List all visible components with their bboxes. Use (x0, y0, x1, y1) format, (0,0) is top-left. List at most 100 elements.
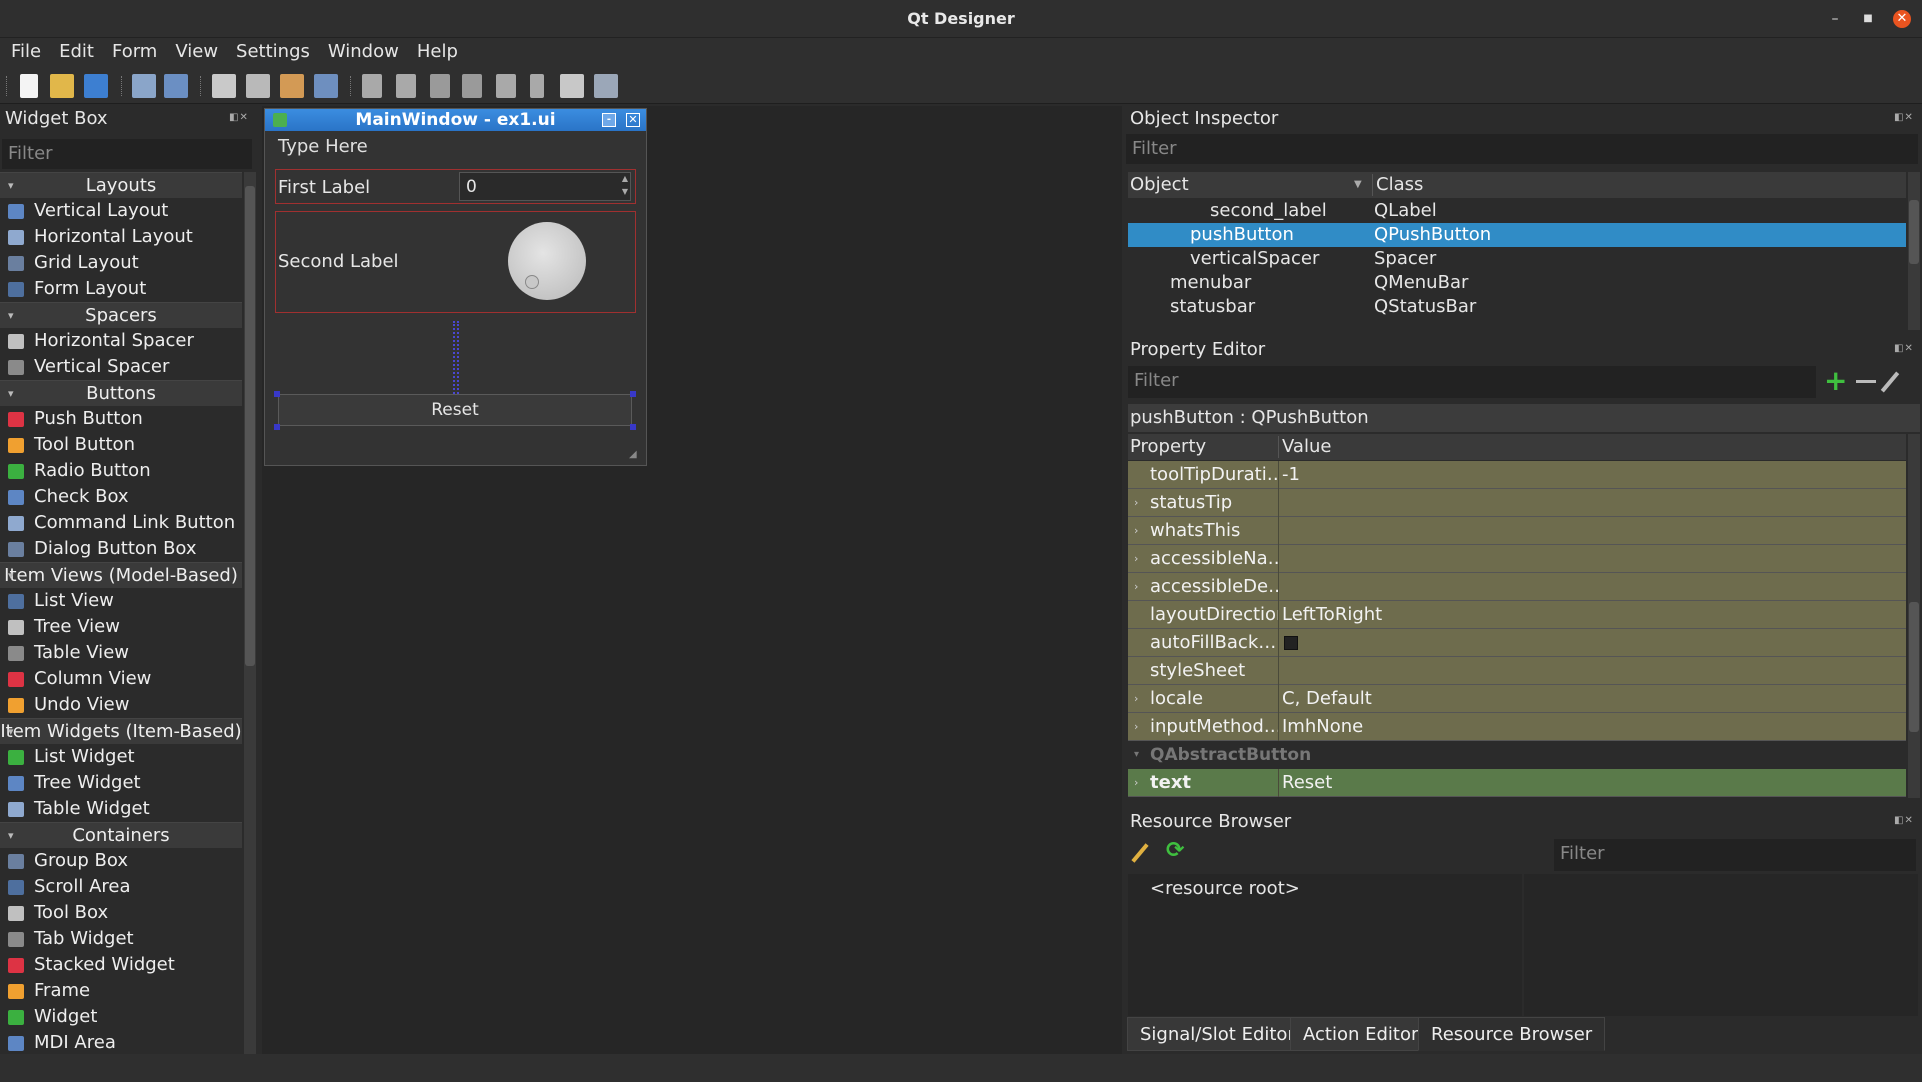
property-value[interactable]: -1 (1282, 461, 1300, 488)
widget-item[interactable]: Frame (0, 978, 242, 1004)
property-row[interactable]: › locale C, Default (1128, 685, 1906, 713)
break-layout-icon[interactable] (560, 74, 584, 98)
property-row[interactable]: › statusTip (1128, 489, 1906, 517)
widget-item[interactable]: Tree View (0, 614, 242, 640)
widget-item[interactable]: Vertical Layout (0, 198, 242, 224)
spin-up-icon[interactable]: ▲ (622, 174, 628, 183)
widget-item[interactable]: Horizontal Spacer (0, 328, 242, 354)
tree-row-second-label[interactable]: second_label QLabel (1128, 199, 1906, 223)
checkbox[interactable] (1284, 636, 1298, 650)
resource-filter-input[interactable]: Filter (1554, 839, 1916, 871)
new-file-icon[interactable] (20, 74, 38, 98)
minimize-icon[interactable]: – (1826, 10, 1844, 28)
reload-icon[interactable]: ⟳ (1166, 838, 1184, 863)
widget-item[interactable]: Check Box (0, 484, 242, 510)
widget-item[interactable]: List View (0, 588, 242, 614)
property-section-header[interactable]: ▾ QAbstractButton (1128, 741, 1906, 769)
dock-float-close-icon[interactable]: ◧✕ (1894, 343, 1914, 354)
edit-buddies-icon[interactable] (280, 74, 304, 98)
collapse-arrow-icon[interactable]: ▾ (8, 381, 14, 407)
widget-item[interactable]: Undo View (0, 692, 242, 718)
spin-down-icon[interactable]: ▼ (622, 187, 628, 196)
col-value[interactable]: Value (1282, 434, 1331, 460)
close-icon[interactable]: ✕ (1893, 10, 1911, 28)
selection-handle[interactable] (274, 391, 280, 397)
tree-row-push-button[interactable]: pushButton QPushButton (1128, 223, 1906, 247)
form-window[interactable]: MainWindow - ex1.ui - ✕ Type Here First … (264, 108, 647, 466)
open-folder-icon[interactable] (50, 74, 74, 98)
lay-out-horizontal-splitter-icon[interactable] (430, 74, 450, 98)
add-property-icon[interactable]: + (1824, 366, 1847, 396)
widget-filter-input[interactable]: Filter (2, 139, 252, 169)
menu-file[interactable]: File (0, 38, 48, 62)
vertical-spacer[interactable] (453, 321, 459, 397)
widget-item[interactable]: Tab Widget (0, 926, 242, 952)
expand-arrow-icon[interactable]: › (1134, 713, 1138, 740)
widget-box-scrollbar[interactable] (244, 172, 256, 1058)
save-icon[interactable] (84, 74, 108, 98)
form-menu-type-here[interactable]: Type Here (278, 136, 368, 157)
property-row[interactable]: › accessibleNa… (1128, 545, 1906, 573)
property-value[interactable]: ImhNone (1282, 713, 1363, 740)
widget-item[interactable]: List Widget (0, 744, 242, 770)
lay-out-vertically-icon[interactable] (396, 74, 416, 98)
widget-item[interactable]: Push Button (0, 406, 242, 432)
property-scrollbar[interactable] (1908, 434, 1920, 798)
widget-item[interactable]: Radio Button (0, 458, 242, 484)
dial[interactable] (508, 222, 586, 300)
widget-item[interactable]: Group Box (0, 848, 242, 874)
widget-item[interactable]: Tool Box (0, 900, 242, 926)
widget-item[interactable]: Stacked Widget (0, 952, 242, 978)
tab-action-editor[interactable]: Action Editor (1290, 1017, 1432, 1051)
category-header[interactable]: ▾ Buttons (0, 380, 242, 406)
expand-arrow-icon[interactable]: › (1134, 517, 1138, 544)
property-row[interactable]: styleSheet (1128, 657, 1906, 685)
widget-item[interactable]: Form Layout (0, 276, 242, 302)
widget-item[interactable]: Dialog Button Box (0, 536, 242, 562)
collapse-arrow-icon[interactable]: ▾ (8, 173, 14, 199)
expand-arrow-icon[interactable]: › (1134, 545, 1138, 572)
widget-item[interactable]: Widget (0, 1004, 242, 1030)
collapse-arrow-icon[interactable]: ▾ (1134, 741, 1139, 769)
property-row[interactable]: toolTipDurati… -1 (1128, 461, 1906, 489)
widget-item[interactable]: Column View (0, 666, 242, 692)
send-to-back-icon[interactable] (132, 74, 156, 98)
menu-settings[interactable]: Settings (225, 38, 317, 62)
adjust-size-icon[interactable] (594, 74, 618, 98)
expand-arrow-icon[interactable]: › (1134, 685, 1138, 712)
property-row[interactable]: › accessibleDe… (1128, 573, 1906, 601)
expand-arrow-icon[interactable]: › (1134, 489, 1138, 516)
col-property[interactable]: Property (1130, 434, 1206, 460)
property-row-text[interactable]: › text Reset (1128, 769, 1906, 797)
dock-float-close-icon[interactable]: ◧✕ (229, 112, 249, 123)
widget-item[interactable]: Command Link Button (0, 510, 242, 536)
menu-view[interactable]: View (164, 38, 225, 62)
bring-to-front-icon[interactable] (164, 74, 188, 98)
spin-box[interactable]: 0 ▲ ▼ (459, 172, 631, 201)
scrollbar-thumb[interactable] (245, 186, 255, 666)
expand-arrow-icon[interactable]: › (1134, 769, 1138, 796)
property-row[interactable]: › inputMethod… ImhNone (1128, 713, 1906, 741)
tab-resource-browser[interactable]: Resource Browser (1418, 1017, 1606, 1051)
lay-out-form-icon[interactable] (530, 74, 544, 98)
category-header[interactable]: ▾ Item Views (Model-Based) (0, 562, 242, 588)
selection-handle[interactable] (630, 391, 636, 397)
widget-item[interactable]: Scroll Area (0, 874, 242, 900)
category-header[interactable]: ▾ Containers (0, 822, 242, 848)
menu-help[interactable]: Help (406, 38, 465, 62)
property-value[interactable]: LeftToRight (1282, 601, 1382, 628)
expand-arrow-icon[interactable]: › (1134, 573, 1138, 600)
tab-signal-slot-editor[interactable]: Signal/Slot Editor (1127, 1017, 1308, 1051)
widget-item[interactable]: Vertical Spacer (0, 354, 242, 380)
collapse-arrow-icon[interactable]: ▾ (8, 303, 14, 329)
edit-widgets-icon[interactable] (212, 74, 236, 98)
resource-root-item[interactable]: <resource root> (1150, 878, 1300, 899)
widget-item[interactable]: Grid Layout (0, 250, 242, 276)
widget-item[interactable]: Horizontal Layout (0, 224, 242, 250)
property-value[interactable]: C, Default (1282, 685, 1372, 712)
property-value[interactable]: Reset (1282, 769, 1332, 796)
menu-window[interactable]: Window (317, 38, 406, 62)
lay-out-vertical-splitter-icon[interactable] (462, 74, 482, 98)
category-header[interactable]: ▾ Layouts (0, 172, 242, 198)
category-header[interactable]: ▾ Spacers (0, 302, 242, 328)
